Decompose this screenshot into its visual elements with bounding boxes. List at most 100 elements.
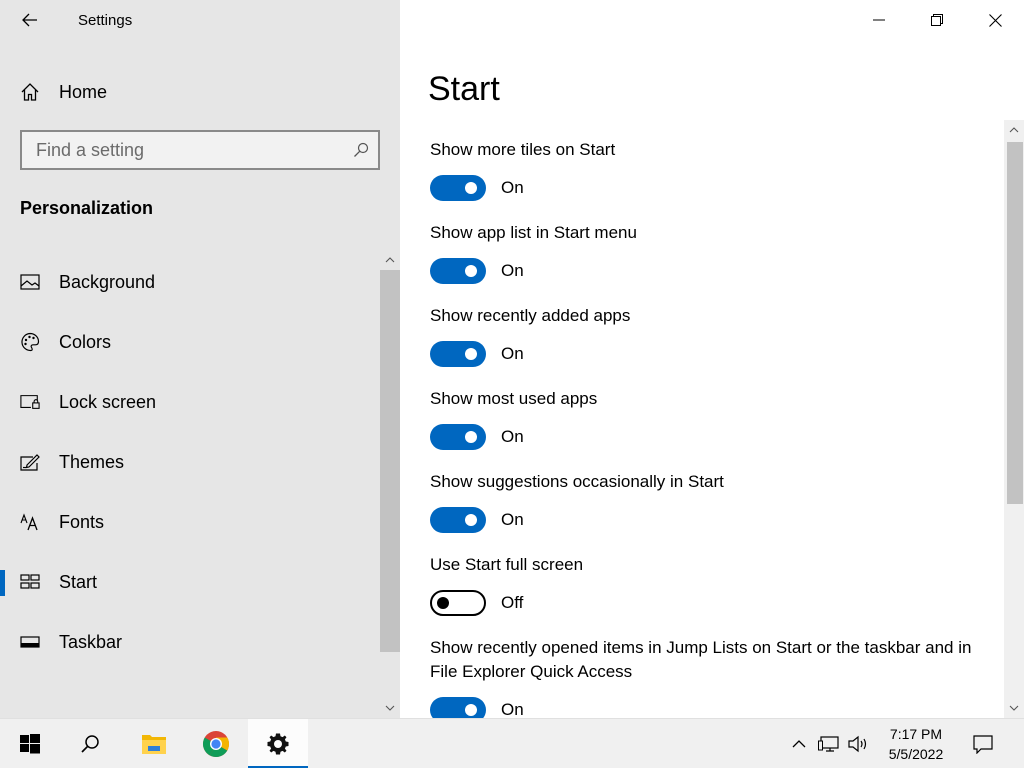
settings-taskbar-button[interactable] xyxy=(248,719,308,768)
toggle-switch[interactable] xyxy=(430,423,486,450)
network-icon xyxy=(818,736,839,752)
scrollbar-thumb[interactable] xyxy=(1007,142,1023,504)
start-button[interactable] xyxy=(0,719,60,768)
sidebar-item-lock-screen[interactable]: Lock screen xyxy=(0,372,378,432)
chevron-down-icon xyxy=(385,705,395,711)
sidebar-item-background[interactable]: Background xyxy=(0,252,378,312)
scroll-down-button[interactable] xyxy=(380,698,400,718)
sidebar-item-colors[interactable]: Colors xyxy=(0,312,378,372)
speaker-icon xyxy=(848,735,867,753)
gear-icon xyxy=(267,733,289,755)
clock-date: 5/5/2022 xyxy=(888,746,944,762)
sidebar-item-themes[interactable]: Themes xyxy=(0,432,378,492)
setting-label: Use Start full screen xyxy=(430,555,584,574)
file-explorer-button[interactable] xyxy=(124,719,184,768)
back-button[interactable] xyxy=(10,0,50,40)
chevron-up-icon xyxy=(792,740,806,748)
minimize-icon xyxy=(873,19,885,21)
setting-label: Show most used apps xyxy=(430,389,598,408)
chrome-icon xyxy=(202,731,230,757)
picture-icon xyxy=(20,272,40,292)
notification-icon xyxy=(973,735,993,754)
setting-full-screen: Use Start full screen Off xyxy=(430,553,1000,620)
chevron-up-icon xyxy=(385,257,395,263)
windows-logo-icon xyxy=(20,734,40,754)
setting-jump-lists: Show recently opened items in Jump Lists… xyxy=(430,636,1000,727)
close-button[interactable] xyxy=(966,0,1024,40)
taskbar-clock[interactable]: 7:17 PM 5/5/2022 xyxy=(870,724,962,764)
chevron-down-icon xyxy=(1009,705,1019,711)
toggle-state-label: On xyxy=(501,426,524,446)
sidebar-item-label: Background xyxy=(59,271,156,292)
nav-list: Background Colors Lock screen Themes Fon… xyxy=(0,252,378,672)
toggle-state-label: On xyxy=(501,343,524,363)
toggle-knob xyxy=(465,513,477,526)
sidebar-item-label: Colors xyxy=(59,331,112,352)
toggle-switch[interactable] xyxy=(430,174,486,201)
window-controls xyxy=(850,0,1024,40)
toggle-knob xyxy=(465,181,477,194)
chrome-button[interactable] xyxy=(186,719,246,768)
scrollbar-thumb[interactable] xyxy=(380,270,400,652)
palette-icon xyxy=(20,332,40,352)
minimize-button[interactable] xyxy=(850,0,908,40)
toggle-switch[interactable] xyxy=(430,589,486,616)
main-content: Start Show more tiles on Start On Show a… xyxy=(400,0,1024,723)
setting-suggestions: Show suggestions occasionally in Start O… xyxy=(430,470,1000,537)
content-scrollbar[interactable] xyxy=(1004,120,1024,718)
scroll-up-button[interactable] xyxy=(380,250,400,270)
setting-label: Show recently opened items in Jump Lists… xyxy=(430,638,972,681)
toggle-knob xyxy=(437,596,449,609)
search-icon xyxy=(81,735,99,753)
home-label: Home xyxy=(59,81,108,102)
section-heading: Personalization xyxy=(20,198,154,218)
settings-sidebar: Settings Home Find a setting Personaliza… xyxy=(0,0,400,718)
sidebar-item-label: Themes xyxy=(59,451,125,472)
folder-icon xyxy=(142,735,166,754)
show-hidden-icons-button[interactable] xyxy=(786,719,812,768)
setting-label: Show recently added apps xyxy=(430,306,631,325)
home-nav-item[interactable]: Home xyxy=(0,72,400,112)
toggle-state-label: On xyxy=(501,699,524,719)
setting-most-used-apps: Show most used apps On xyxy=(430,387,1000,454)
restore-button[interactable] xyxy=(908,0,966,40)
home-icon xyxy=(20,82,40,102)
setting-label: Show app list in Start menu xyxy=(430,223,637,242)
toggle-state-label: On xyxy=(501,260,524,280)
toggle-state-label: Off xyxy=(501,592,524,612)
search-button[interactable] xyxy=(60,719,120,768)
toggle-switch[interactable] xyxy=(430,340,486,367)
app-title: Settings xyxy=(78,12,133,29)
search-input[interactable]: Find a setting xyxy=(22,140,344,161)
close-icon xyxy=(988,13,1002,27)
sidebar-item-label: Taskbar xyxy=(59,631,123,652)
chevron-up-icon xyxy=(1009,127,1019,133)
fonts-icon xyxy=(20,512,40,532)
start-icon xyxy=(20,572,40,592)
toggle-knob xyxy=(465,264,477,277)
restore-icon xyxy=(931,14,943,26)
network-button[interactable] xyxy=(814,719,844,768)
sidebar-item-label: Fonts xyxy=(59,511,105,532)
toggle-switch[interactable] xyxy=(430,257,486,284)
sidebar-item-start[interactable]: Start xyxy=(0,552,378,612)
setting-recently-added-apps: Show recently added apps On xyxy=(430,304,1000,371)
sidebar-scrollbar[interactable] xyxy=(380,250,400,718)
sidebar-item-label: Start xyxy=(59,571,98,592)
scroll-down-button[interactable] xyxy=(1004,698,1024,718)
toggle-state-label: On xyxy=(501,509,524,529)
toggle-knob xyxy=(465,430,477,443)
sidebar-item-taskbar[interactable]: Taskbar xyxy=(0,612,378,672)
scroll-up-button[interactable] xyxy=(1004,120,1024,140)
sidebar-item-label: Lock screen xyxy=(59,391,157,412)
search-icon[interactable] xyxy=(344,142,378,158)
title-bar: Settings xyxy=(0,0,400,40)
sidebar-item-fonts[interactable]: Fonts xyxy=(0,492,378,552)
action-center-button[interactable] xyxy=(966,719,1000,768)
setting-show-more-tiles: Show more tiles on Start On xyxy=(430,138,1000,205)
toggle-switch[interactable] xyxy=(430,506,486,533)
toggle-state-label: On xyxy=(501,177,524,197)
search-box[interactable]: Find a setting xyxy=(20,130,380,170)
page-title: Start xyxy=(428,70,500,108)
setting-label: Show suggestions occasionally in Start xyxy=(430,472,724,491)
